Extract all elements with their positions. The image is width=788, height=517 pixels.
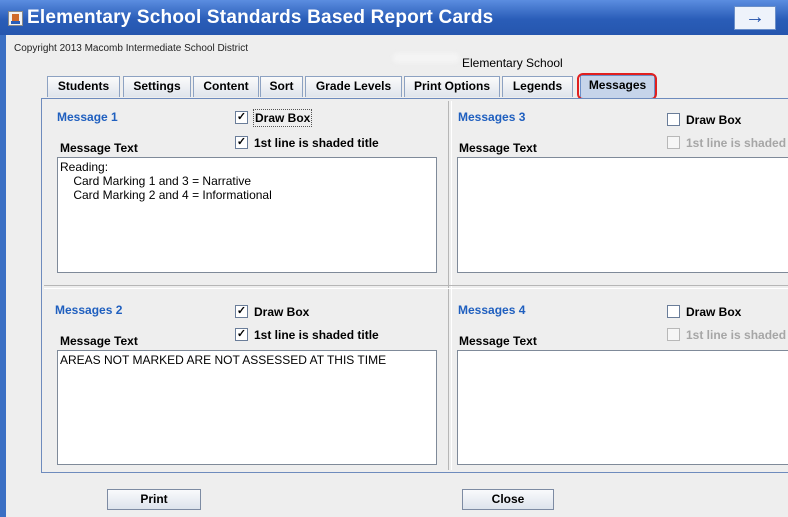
shaded-title-label: 1st line is shaded title — [254, 328, 379, 342]
horizontal-divider — [44, 285, 788, 289]
java-app-icon — [8, 11, 23, 26]
tab-grade-levels[interactable]: Grade Levels — [305, 76, 402, 97]
tab-print-options[interactable]: Print Options — [404, 76, 500, 97]
checkbox-icon[interactable]: ✓ — [235, 305, 248, 318]
messages-tab-highlight — [577, 73, 657, 100]
check-mark-icon: ✓ — [236, 328, 247, 340]
check-mark-icon: ✓ — [236, 305, 247, 317]
tab-sort[interactable]: Sort — [260, 76, 303, 97]
draw-box-label: Draw Box — [686, 305, 742, 319]
message-1-title: Message 1 — [57, 110, 118, 124]
checkbox-icon[interactable] — [667, 305, 680, 318]
checkbox-icon — [667, 328, 680, 341]
checkbox-icon[interactable]: ✓ — [235, 111, 248, 124]
message-text-label: Message Text — [60, 334, 138, 348]
draw-box-label: Draw Box — [254, 305, 310, 319]
shaded-title-label: 1st line is shaded title — [254, 136, 379, 150]
draw-box-label: Draw Box — [252, 109, 313, 127]
message-4-title: Messages 4 — [458, 303, 526, 317]
print-button[interactable]: Print — [107, 489, 201, 510]
checkbox-icon — [667, 136, 680, 149]
check-mark-icon: ✓ — [236, 136, 247, 148]
tab-students[interactable]: Students — [47, 76, 120, 97]
tab-legends[interactable]: Legends — [502, 76, 573, 97]
check-mark-icon: ✓ — [236, 111, 247, 123]
tab-content[interactable]: Content — [193, 76, 259, 97]
window-title: Elementary School Standards Based Report… — [27, 7, 494, 28]
message-text-label: Message Text — [459, 334, 537, 348]
shaded-title-label: 1st line is shaded title — [686, 328, 788, 342]
message-4-textarea[interactable] — [457, 350, 788, 465]
message-2-textarea[interactable]: AREAS NOT MARKED ARE NOT ASSESSED AT THI… — [57, 350, 437, 465]
draw-box-label: Draw Box — [686, 113, 742, 127]
school-name: Elementary School — [462, 56, 563, 70]
message-text-label: Message Text — [459, 141, 537, 155]
shaded-title-label: 1st line is shaded title — [686, 136, 788, 150]
copyright-text: Copyright 2013 Macomb Intermediate Schoo… — [14, 43, 248, 54]
message-text-label: Message Text — [60, 141, 138, 155]
message-1-textarea[interactable]: Reading: Card Marking 1 and 3 = Narrativ… — [57, 157, 437, 273]
close-button[interactable]: Close — [462, 489, 554, 510]
checkbox-icon[interactable]: ✓ — [235, 136, 248, 149]
message-3-title: Messages 3 — [458, 110, 526, 124]
message-3-textarea[interactable] — [457, 157, 788, 273]
message-2-title: Messages 2 — [55, 303, 123, 317]
tab-settings[interactable]: Settings — [123, 76, 191, 97]
checkbox-icon[interactable]: ✓ — [235, 328, 248, 341]
redacted-school-name — [393, 53, 459, 63]
arrow-right-icon[interactable]: → — [734, 6, 776, 30]
title-bar[interactable]: Elementary School Standards Based Report… — [0, 0, 788, 35]
checkbox-icon[interactable] — [667, 113, 680, 126]
